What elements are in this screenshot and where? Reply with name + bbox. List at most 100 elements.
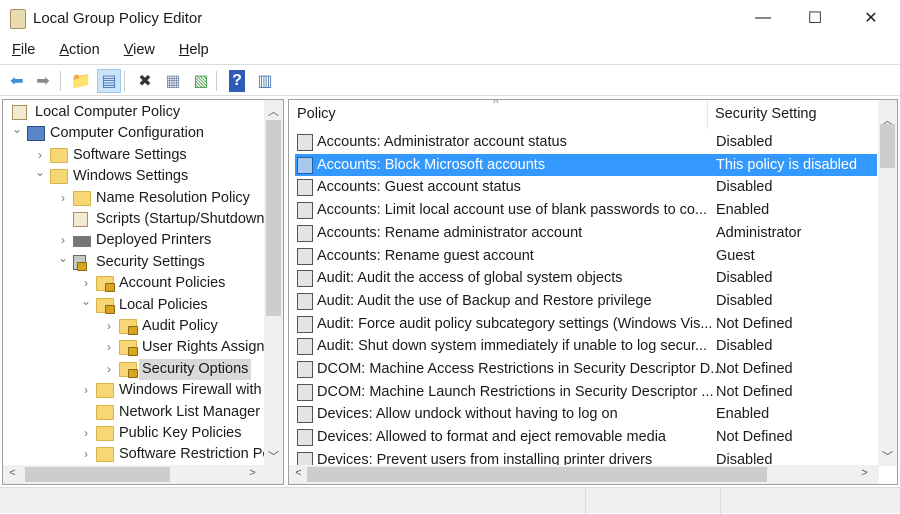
tree-horizontal-scrollbar[interactable]: < > <box>3 465 283 484</box>
policy-row[interactable]: DCOM: Machine Launch Restrictions in Sec… <box>295 381 877 403</box>
close-button[interactable]: ✕ <box>848 0 894 36</box>
policy-setting: Disabled <box>716 338 773 355</box>
title-bar: Local Group Policy Editor — ☐ ✕ <box>0 0 900 38</box>
tree-item-computer-configuration[interactable]: ⌄ Computer Configuration <box>3 122 265 144</box>
scroll-down-arrow[interactable]: ﹀ <box>264 448 283 464</box>
tree-item-user-rights-assignment[interactable]: › User Rights Assignment <box>3 337 283 358</box>
policy-row[interactable]: Audit: Audit the use of Backup and Resto… <box>295 290 877 312</box>
scroll-thumb[interactable] <box>307 467 767 482</box>
menu-view[interactable]: View <box>124 38 155 62</box>
properties-icon[interactable]: ▦ <box>162 70 184 92</box>
collapsed-chevron-icon[interactable]: › <box>80 380 92 401</box>
tree-item-network-list-manager-policies[interactable]: Network List Manager Policies <box>3 402 283 423</box>
scroll-right-arrow[interactable]: > <box>855 467 874 479</box>
tree-item-name-resolution-policy[interactable]: › Name Resolution Policy <box>3 188 265 209</box>
policy-name: Accounts: Rename administrator account <box>317 224 583 241</box>
minimize-button[interactable]: — <box>740 0 786 36</box>
back-icon[interactable]: ⬅ <box>6 70 28 92</box>
show-action-pane-icon[interactable]: ▥ <box>254 70 276 92</box>
menu-action[interactable]: Action <box>59 38 99 62</box>
tree-item-label: Software Restriction Policies <box>119 446 283 463</box>
column-divider[interactable] <box>707 100 708 129</box>
policy-setting: Not Defined <box>716 429 793 446</box>
tree-item-label: Security Options <box>139 358 252 380</box>
tree-item-local-policies[interactable]: ⌄ Local Policies <box>3 294 265 316</box>
show-hide-tree-icon[interactable]: ▤ <box>97 69 121 93</box>
policy-row[interactable]: Audit: Shut down system immediately if u… <box>295 335 877 357</box>
collapsed-chevron-icon[interactable]: › <box>80 423 92 444</box>
policy-row[interactable]: Accounts: Guest account status Disabled <box>295 176 877 198</box>
policy-name: Devices: Allowed to format and eject rem… <box>317 429 666 446</box>
collapsed-chevron-icon[interactable]: › <box>80 444 92 465</box>
policy-setting: Disabled <box>716 270 773 287</box>
collapsed-chevron-icon[interactable]: › <box>103 359 115 380</box>
toolbar-separator <box>60 71 61 91</box>
scroll-thumb[interactable] <box>266 120 281 316</box>
menu-help[interactable]: Help <box>179 38 209 62</box>
policy-name: Accounts: Administrator account status <box>317 134 567 150</box>
scroll-thumb[interactable] <box>25 467 170 482</box>
up-folder-icon[interactable]: 📁 <box>70 70 92 92</box>
policy-setting: This policy is disabled <box>716 156 858 173</box>
policy-setting: Disabled <box>716 134 773 150</box>
tree-item-deployed-printers[interactable]: › Deployed Printers <box>3 230 265 251</box>
tree-item-audit-policy[interactable]: › Audit Policy <box>3 316 265 337</box>
list-horizontal-scrollbar[interactable]: < > <box>289 465 879 484</box>
policy-row[interactable]: Accounts: Administrator account status Di… <box>295 131 877 153</box>
tree-item-scripts-startup-shutdown[interactable]: Scripts (Startup/Shutdown) <box>3 209 269 230</box>
tree-item-label: Software Settings <box>73 146 187 163</box>
lockfolder-icon <box>96 297 115 314</box>
printer-icon <box>73 236 91 248</box>
policy-name: Audit: Audit the use of Backup and Resto… <box>317 292 652 309</box>
list-vertical-scrollbar[interactable]: ︿ ﹀ <box>878 100 897 466</box>
collapsed-chevron-icon[interactable]: › <box>57 188 69 209</box>
scroll-right-arrow[interactable]: > <box>243 467 262 479</box>
column-header-security-setting[interactable]: Security Setting <box>715 106 817 122</box>
expanded-chevron-icon[interactable]: ⌄ <box>11 119 23 140</box>
policy-row[interactable]: Audit: Force audit policy subcategory se… <box>295 313 877 335</box>
expanded-chevron-icon[interactable]: ⌄ <box>34 162 46 183</box>
delete-icon[interactable]: ✖ <box>134 70 156 92</box>
security-icon <box>73 254 87 271</box>
tree-vertical-scrollbar[interactable]: ︿ ﹀ <box>264 100 283 466</box>
policy-row[interactable]: Accounts: Limit local account use of bla… <box>295 199 877 221</box>
tree-item-label: Windows Settings <box>73 168 189 185</box>
scroll-down-arrow[interactable]: ﹀ <box>878 448 897 464</box>
policy-row[interactable]: Audit: Audit the access of global system… <box>295 267 877 289</box>
export-list-icon[interactable]: ▧ <box>190 70 212 92</box>
tree-item-windows-firewall-with-advanced-security[interactable]: › Windows Firewall with Advanced Security <box>3 380 283 401</box>
tree-item-windows-settings[interactable]: ⌄ Windows Settings <box>3 165 265 187</box>
tree-item-software-restriction-policies[interactable]: › Software Restriction Policies <box>3 444 283 465</box>
collapsed-chevron-icon[interactable]: › <box>103 337 115 358</box>
scroll-left-arrow[interactable]: < <box>3 467 22 479</box>
policy-row[interactable]: DCOM: Machine Access Restrictions in Sec… <box>295 358 877 380</box>
policy-row[interactable]: Accounts: Rename administrator account Ad… <box>295 222 877 244</box>
tree-item-security-settings[interactable]: ⌄ Security Settings <box>3 251 265 273</box>
policy-row[interactable]: Accounts: Rename guest account Guest <box>295 245 877 267</box>
policy-row[interactable]: Devices: Allow undock without having to … <box>295 403 877 425</box>
policy-row[interactable]: Devices: Allowed to format and eject rem… <box>295 426 877 448</box>
policy-name: Audit: Force audit policy subcategory se… <box>317 315 713 332</box>
column-header-policy[interactable]: Policy <box>297 106 336 122</box>
policy-icon <box>297 179 313 197</box>
folder-icon <box>96 447 114 463</box>
computer-icon <box>27 126 45 142</box>
collapsed-chevron-icon[interactable]: › <box>103 316 115 337</box>
scroll-thumb[interactable] <box>880 124 895 168</box>
policy-icon <box>297 270 313 288</box>
scroll-up-arrow[interactable]: ︿ <box>264 103 283 119</box>
tree-item-public-key-policies[interactable]: › Public Key Policies <box>3 423 265 444</box>
menu-file[interactable]: File <box>12 38 35 62</box>
help-icon[interactable]: ? <box>229 70 245 92</box>
tree-item-account-policies[interactable]: › Account Policies <box>3 273 265 294</box>
tree-item-local-computer-policy[interactable]: Local Computer Policy <box>3 102 265 123</box>
expanded-chevron-icon[interactable]: ⌄ <box>57 248 69 269</box>
tree-item-security-options[interactable]: › Security Options <box>3 358 265 380</box>
policy-row[interactable]: Accounts: Block Microsoft accounts This p… <box>295 153 877 176</box>
scroll-left-arrow[interactable]: < <box>289 467 308 479</box>
expanded-chevron-icon[interactable]: ⌄ <box>80 291 92 312</box>
forward-icon[interactable]: ➡ <box>32 70 54 92</box>
policy-setting: Administrator <box>716 224 802 241</box>
maximize-button[interactable]: ☐ <box>792 0 838 36</box>
policy-setting: Not Defined <box>716 361 793 377</box>
